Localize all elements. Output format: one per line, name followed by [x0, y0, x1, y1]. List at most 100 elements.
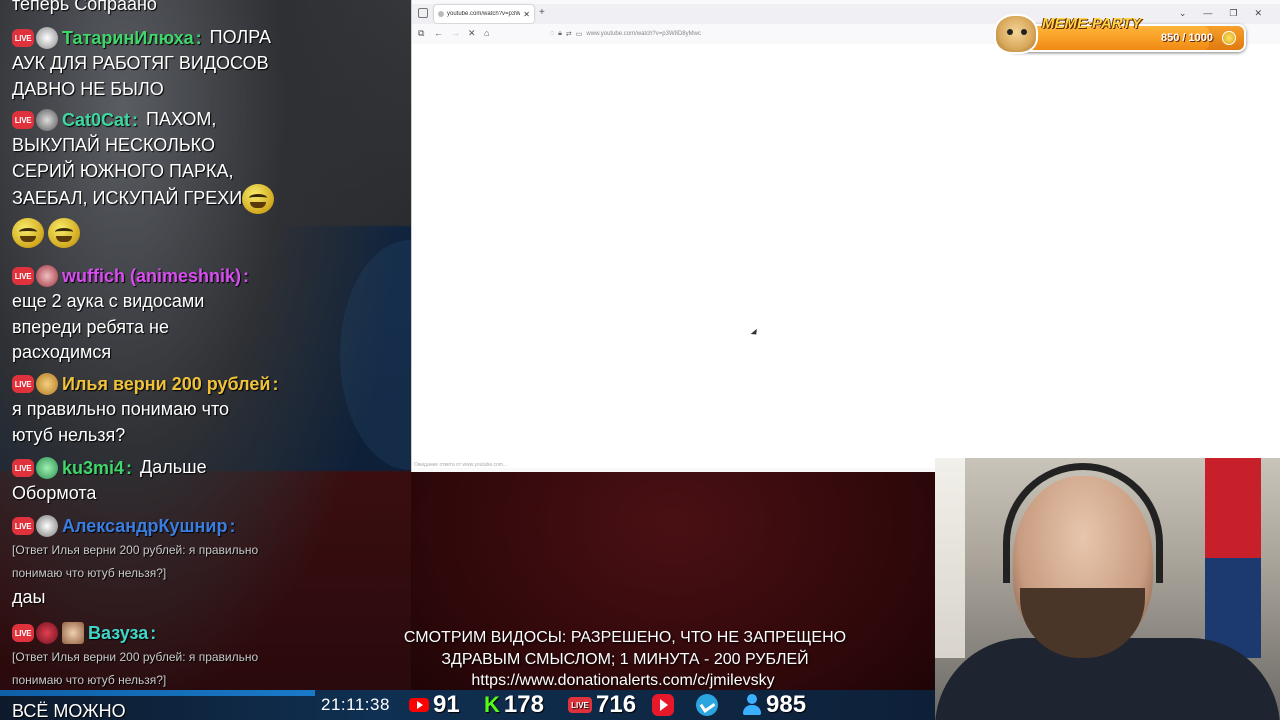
sidebar-icon[interactable]: ⧉ [418, 27, 424, 39]
live-badge-icon: LIVE [12, 29, 34, 47]
live-badge-icon: LIVE [12, 517, 34, 535]
user-icon [742, 694, 762, 716]
chat-message: LIVE Илья верни 200 рублей: я правильно … [12, 371, 407, 448]
vk-viewers: LIVE 716 [568, 690, 636, 720]
nick-colon: : [243, 265, 250, 286]
youtube-icon [409, 698, 429, 712]
chat-nick: Илья верни 200 рублей [62, 373, 271, 394]
wall-decoration [935, 458, 965, 658]
doge-icon [994, 14, 1038, 54]
green-avatar-icon [36, 457, 58, 479]
kick-icon: K [484, 692, 500, 717]
browser-tab[interactable]: youtube.com/watch?v=p3W8D... ✕ [434, 5, 534, 23]
chat-nick: Cat0Cat [62, 109, 131, 130]
chat-message: LIVE АлександрКушнир: [Ответ Илья верни … [12, 513, 407, 611]
vk-count: 716 [596, 691, 637, 718]
permissions-icon[interactable]: ⇄ [566, 30, 572, 38]
face-avatar-icon [62, 622, 84, 644]
chat-text-line: еще 2 аука с видосами [12, 291, 205, 311]
stream-stats-bar: 21:11:38 91 K 178 LIVE 716 985 [0, 690, 935, 720]
chat-text-inline: ПАХОМ, [146, 109, 217, 130]
anime-avatar-icon [36, 265, 58, 287]
total-viewers-count: 985 [766, 691, 807, 718]
chat-text-line: я правильно понимаю что [12, 399, 230, 419]
headphones-icon [1003, 463, 1163, 583]
coin-icon [1222, 31, 1236, 45]
chat-text-line: СЕРИЙ ЮЖНОГО ПАРКА, [12, 160, 234, 181]
chat-message: LIVE ТатаринИлюха: ПОЛРА АУК ДЛЯ РАБОТЯГ… [12, 25, 407, 102]
rutube-indicator [652, 690, 674, 720]
shield-icon[interactable]: ◌ [550, 30, 554, 37]
laughing-emote-icon [242, 184, 275, 214]
chat-text-line: ВСЁ МОЖНО [12, 701, 126, 720]
loading-status: Ожидание ответа от www.youtube.com... [414, 462, 508, 468]
mouse-cursor-icon [750, 328, 760, 338]
live-badge-icon: LIVE [12, 111, 34, 129]
stop-icon[interactable]: ✕ [468, 27, 476, 39]
chat-message: LIVE Cat0Cat: ПАХОМ, ВЫКУПАЙ НЕСКОЛЬКО С… [12, 107, 407, 248]
favicon-icon [438, 11, 444, 17]
chat-text-inline: ПОЛРА [209, 27, 271, 48]
kick-viewers: K 178 [484, 690, 544, 720]
browser-window: youtube.com/watch?v=p3W8D... ✕ + ⌄ — ❐ ✕… [411, 0, 1280, 472]
url-bar[interactable]: ◌ 🔒︎ ⇄ ▭ www.youtube.com/watch?v=p3W8D8y… [548, 27, 968, 40]
telegram-indicator [696, 690, 718, 720]
reply-quote: [Ответ Илья верни 200 рублей: я правильн… [12, 543, 259, 557]
chat-text-line: ЗАЕБАЛ, ИСКУПАЙ ГРЕХИ [12, 187, 243, 208]
laughing-emote-icon [12, 218, 44, 248]
telegram-icon [696, 694, 718, 716]
chat-text-line: ДАВНО НЕ БЫЛО [12, 78, 164, 99]
donation-link: https://www.donationalerts.com/c/jmilevs… [471, 672, 775, 689]
chat-message: LIVE ku3mi4: Дальше Обормота [12, 455, 407, 507]
ilya-avatar-icon [36, 373, 58, 395]
chat-text-line: даы [12, 587, 46, 607]
cat-avatar-icon [36, 515, 58, 537]
back-icon[interactable]: ← [434, 27, 443, 39]
live-badge-icon: LIVE [12, 624, 34, 642]
nick-colon: : [132, 109, 139, 130]
nick-colon: : [272, 373, 279, 394]
webcam-feed [935, 458, 1280, 720]
hacker-avatar-icon [36, 109, 58, 131]
nick-colon: : [229, 515, 236, 536]
chat-text-line: расходимся [12, 342, 112, 362]
donation-rules-line: СМОТРИМ ВИДОСЫ: РАЗРЕШЕНО, ЧТО НЕ ЗАПРЕЩ… [403, 629, 847, 646]
home-icon[interactable]: ⌂ [484, 27, 489, 39]
tab-close-icon[interactable]: ✕ [523, 10, 530, 19]
meme-title: MEME·PARTY [1042, 15, 1142, 32]
emote-row [12, 218, 407, 248]
url-text[interactable]: www.youtube.com/watch?v=p3W8D8yMwc [586, 31, 701, 37]
tab-list-icon[interactable] [418, 8, 428, 18]
new-tab-icon[interactable]: + [539, 7, 545, 18]
chat-text-line: АУК ДЛЯ РАБОТЯГ ВИДОСОВ [12, 53, 269, 73]
wine-avatar-icon [36, 622, 58, 644]
close-window-icon[interactable]: ✕ [1254, 8, 1262, 19]
chat-nick: wuffich (animeshnik) [62, 265, 242, 286]
live-badge-icon: LIVE [12, 459, 34, 477]
page-content[interactable]: Ожидание ответа от www.youtube.com... [412, 44, 1280, 468]
total-viewers: 985 [742, 690, 806, 720]
lock-icon[interactable]: 🔒︎ [558, 30, 562, 38]
meme-count: 850 / 1000 [1161, 32, 1213, 44]
rutube-icon [652, 694, 674, 716]
stats-strip [0, 690, 315, 696]
nick-colon: : [150, 622, 157, 643]
chat-text-inline: Дальше [140, 457, 207, 478]
flag-decoration [1205, 458, 1261, 658]
reply-quote: [Ответ Илья верни 200 рублей: я правильн… [12, 650, 259, 664]
page-icon: ▭ [575, 30, 583, 38]
forward-icon[interactable]: → [451, 27, 460, 39]
chat-text-line: ютуб нельзя? [12, 424, 126, 445]
reply-quote: понимаю что ютуб нельзя?] [12, 566, 167, 580]
chat-text-line: ВЫКУПАЙ НЕСКОЛЬКО [12, 135, 215, 155]
reply-quote: понимаю что ютуб нельзя?] [12, 673, 167, 687]
chat-message: LIVE Вазуза: [Ответ Илья верни 200 рубле… [12, 620, 407, 692]
live-badge-icon: LIVE [12, 267, 34, 285]
chat-message: LIVE wuffich (animeshnik): еще 2 аука с … [12, 263, 407, 366]
youtube-viewers: 91 [409, 690, 460, 720]
nick-colon: : [126, 457, 133, 478]
chat-top-cut-line: теперь Сопраано [12, 0, 157, 14]
clock: 21:11:38 [321, 695, 390, 714]
chat-nick: ku3mi4 [62, 457, 125, 478]
chat-text-line: впереди ребята не [12, 316, 169, 337]
